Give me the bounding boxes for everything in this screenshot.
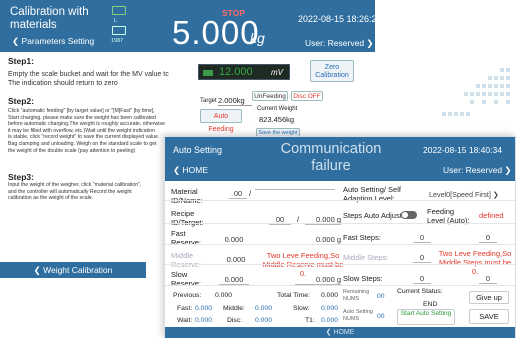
communication-failure-status: Communication failure [280,141,382,174]
middle-time-value: 0.000 [255,305,273,312]
divider [165,264,515,265]
status-icons: L 1987 [111,4,130,48]
fast-steps-field[interactable]: 0 [413,233,431,243]
parameters-setting-link[interactable]: ❮ Parameters Setting [12,36,94,47]
wait-time-label: Wait: [177,317,193,324]
middle-time-label: Middle: [223,305,245,312]
disc-off-button[interactable]: Disc OFF [291,91,323,101]
total-time-label: Total Time: [277,292,310,299]
give-up-button[interactable]: Give up [469,291,509,304]
mv-display: 12.000 mV [198,64,290,80]
zero-calibration-button[interactable]: Zero Calibration [310,60,354,82]
fast-time-label: Fast: [177,305,193,312]
slow-steps-label: Slow Steps: [343,274,383,283]
divider [165,244,515,245]
adaption-level-select[interactable]: Level0[Speed First] ❯ [429,190,513,199]
user-menu[interactable]: User: Reserved ❯ [305,38,374,49]
calibration-header: Calibration with materials ❮ Parameters … [0,0,375,52]
slow-reserve-field[interactable]: 0.000 [219,275,249,285]
page-title: Calibration with materials [10,6,89,31]
step3-title: Step3: [8,172,34,182]
middle-reserve-label: Middle Reserve: [171,251,202,269]
previous-value: 0.000 [215,292,233,299]
t1-label: T1: [305,317,315,324]
page-title: Auto Setting [173,145,223,155]
step1-title: Step1: [8,56,34,66]
material-separator: / [249,189,252,198]
monitor-icon [112,6,126,15]
auto-feeding-button[interactable]: Auto Feeding [200,109,242,133]
step3-text: Input the weight of the weigher, click "… [8,182,142,202]
remaining-nums-label: Remaining NUMS [343,289,370,302]
current-status-value: END [423,301,438,308]
fast-steps-label: Fast Steps: [343,233,381,242]
middle-steps-warning: Two Leve Feeding,So Middle Steps must be… [438,249,512,276]
datetime: 2022-08-15 18:26:29 [298,14,375,24]
divider [165,223,515,224]
weight-calibration-nav[interactable]: ❮ Weight Calibration [0,262,146,278]
user-menu[interactable]: User: Reserved ❯ [443,165,512,176]
slow-steps-max-field[interactable]: 0 [479,274,497,284]
home-link[interactable]: ❮ HOME [173,165,208,176]
decorative-dots [440,48,516,128]
step2-title: Step2: [8,96,34,106]
unfeeding-button[interactable]: UnFeeding [252,91,288,101]
step1-text: Empty the scale bucket and wait for the … [8,71,169,87]
counter-label: 1987 [111,38,124,44]
t1-value: 0.000 [321,317,339,324]
total-time-value: 0.000 [321,292,339,299]
datetime: 2022-08-15 18:40:34 [423,145,502,155]
fast-time-value: 0.000 [195,305,213,312]
auto-setting-nums-value: 00 [377,313,385,320]
fast-steps-max-field[interactable]: 0 [479,233,497,243]
slow-reserve-max-field[interactable]: 0.000 g [295,275,341,285]
feeding-level-value: defined [479,211,504,220]
mv-unit: mV [271,68,283,77]
recipe-label: Recipe ID/Terget: [171,209,204,227]
target-value[interactable]: 2.000kg [218,96,252,106]
weight-unit: kg [250,30,265,46]
current-status-label: Current Status: [397,288,443,295]
current-weight-label: Current Weight [257,106,298,112]
weight-display: 5.000 [172,14,260,51]
divider [165,200,515,201]
steps-auto-adjust-label: Steps Auto Adjust [343,211,402,220]
divider [165,285,515,286]
auto-setting-header: Auto Setting ❮ HOME Communication failur… [165,137,515,181]
start-auto-setting-button[interactable]: Start Auto Setting [397,309,455,325]
remaining-nums-value: 00 [377,293,385,300]
slow-time-value: 0.000 [321,305,339,312]
current-weight-value: 823.456kg [259,115,295,124]
disc-time-value: 0.000 [255,317,273,324]
target-label: Target [200,98,217,104]
home-nav[interactable]: ❮ HOME [165,327,515,338]
mv-value: 12.000 [219,66,253,78]
middle-steps-field[interactable]: 0 [413,253,431,263]
signal-icon [203,70,213,76]
wait-time-value: 0.000 [195,317,213,324]
slow-time-label: Slow: [293,305,310,312]
material-id-field[interactable]: 00 [229,189,247,199]
middle-steps-label: Middle Steps: [343,253,389,262]
auto-setting-nums-label: Auto Setting NUMS [343,309,373,322]
slow-steps-field[interactable]: 0 [413,274,431,284]
hourglass-icon [112,26,126,35]
disc-time-label: Disc: [227,317,243,324]
steps-auto-adjust-toggle[interactable] [401,211,417,219]
previous-label: Previous: [173,292,202,299]
scale-icon-label: L [114,18,118,24]
auto-setting-screen: Auto Setting ❮ HOME Communication failur… [164,136,516,338]
save-button[interactable]: SAVE [469,309,509,324]
material-label: Material ID/Name: [171,187,203,205]
material-name-field[interactable] [255,189,335,190]
